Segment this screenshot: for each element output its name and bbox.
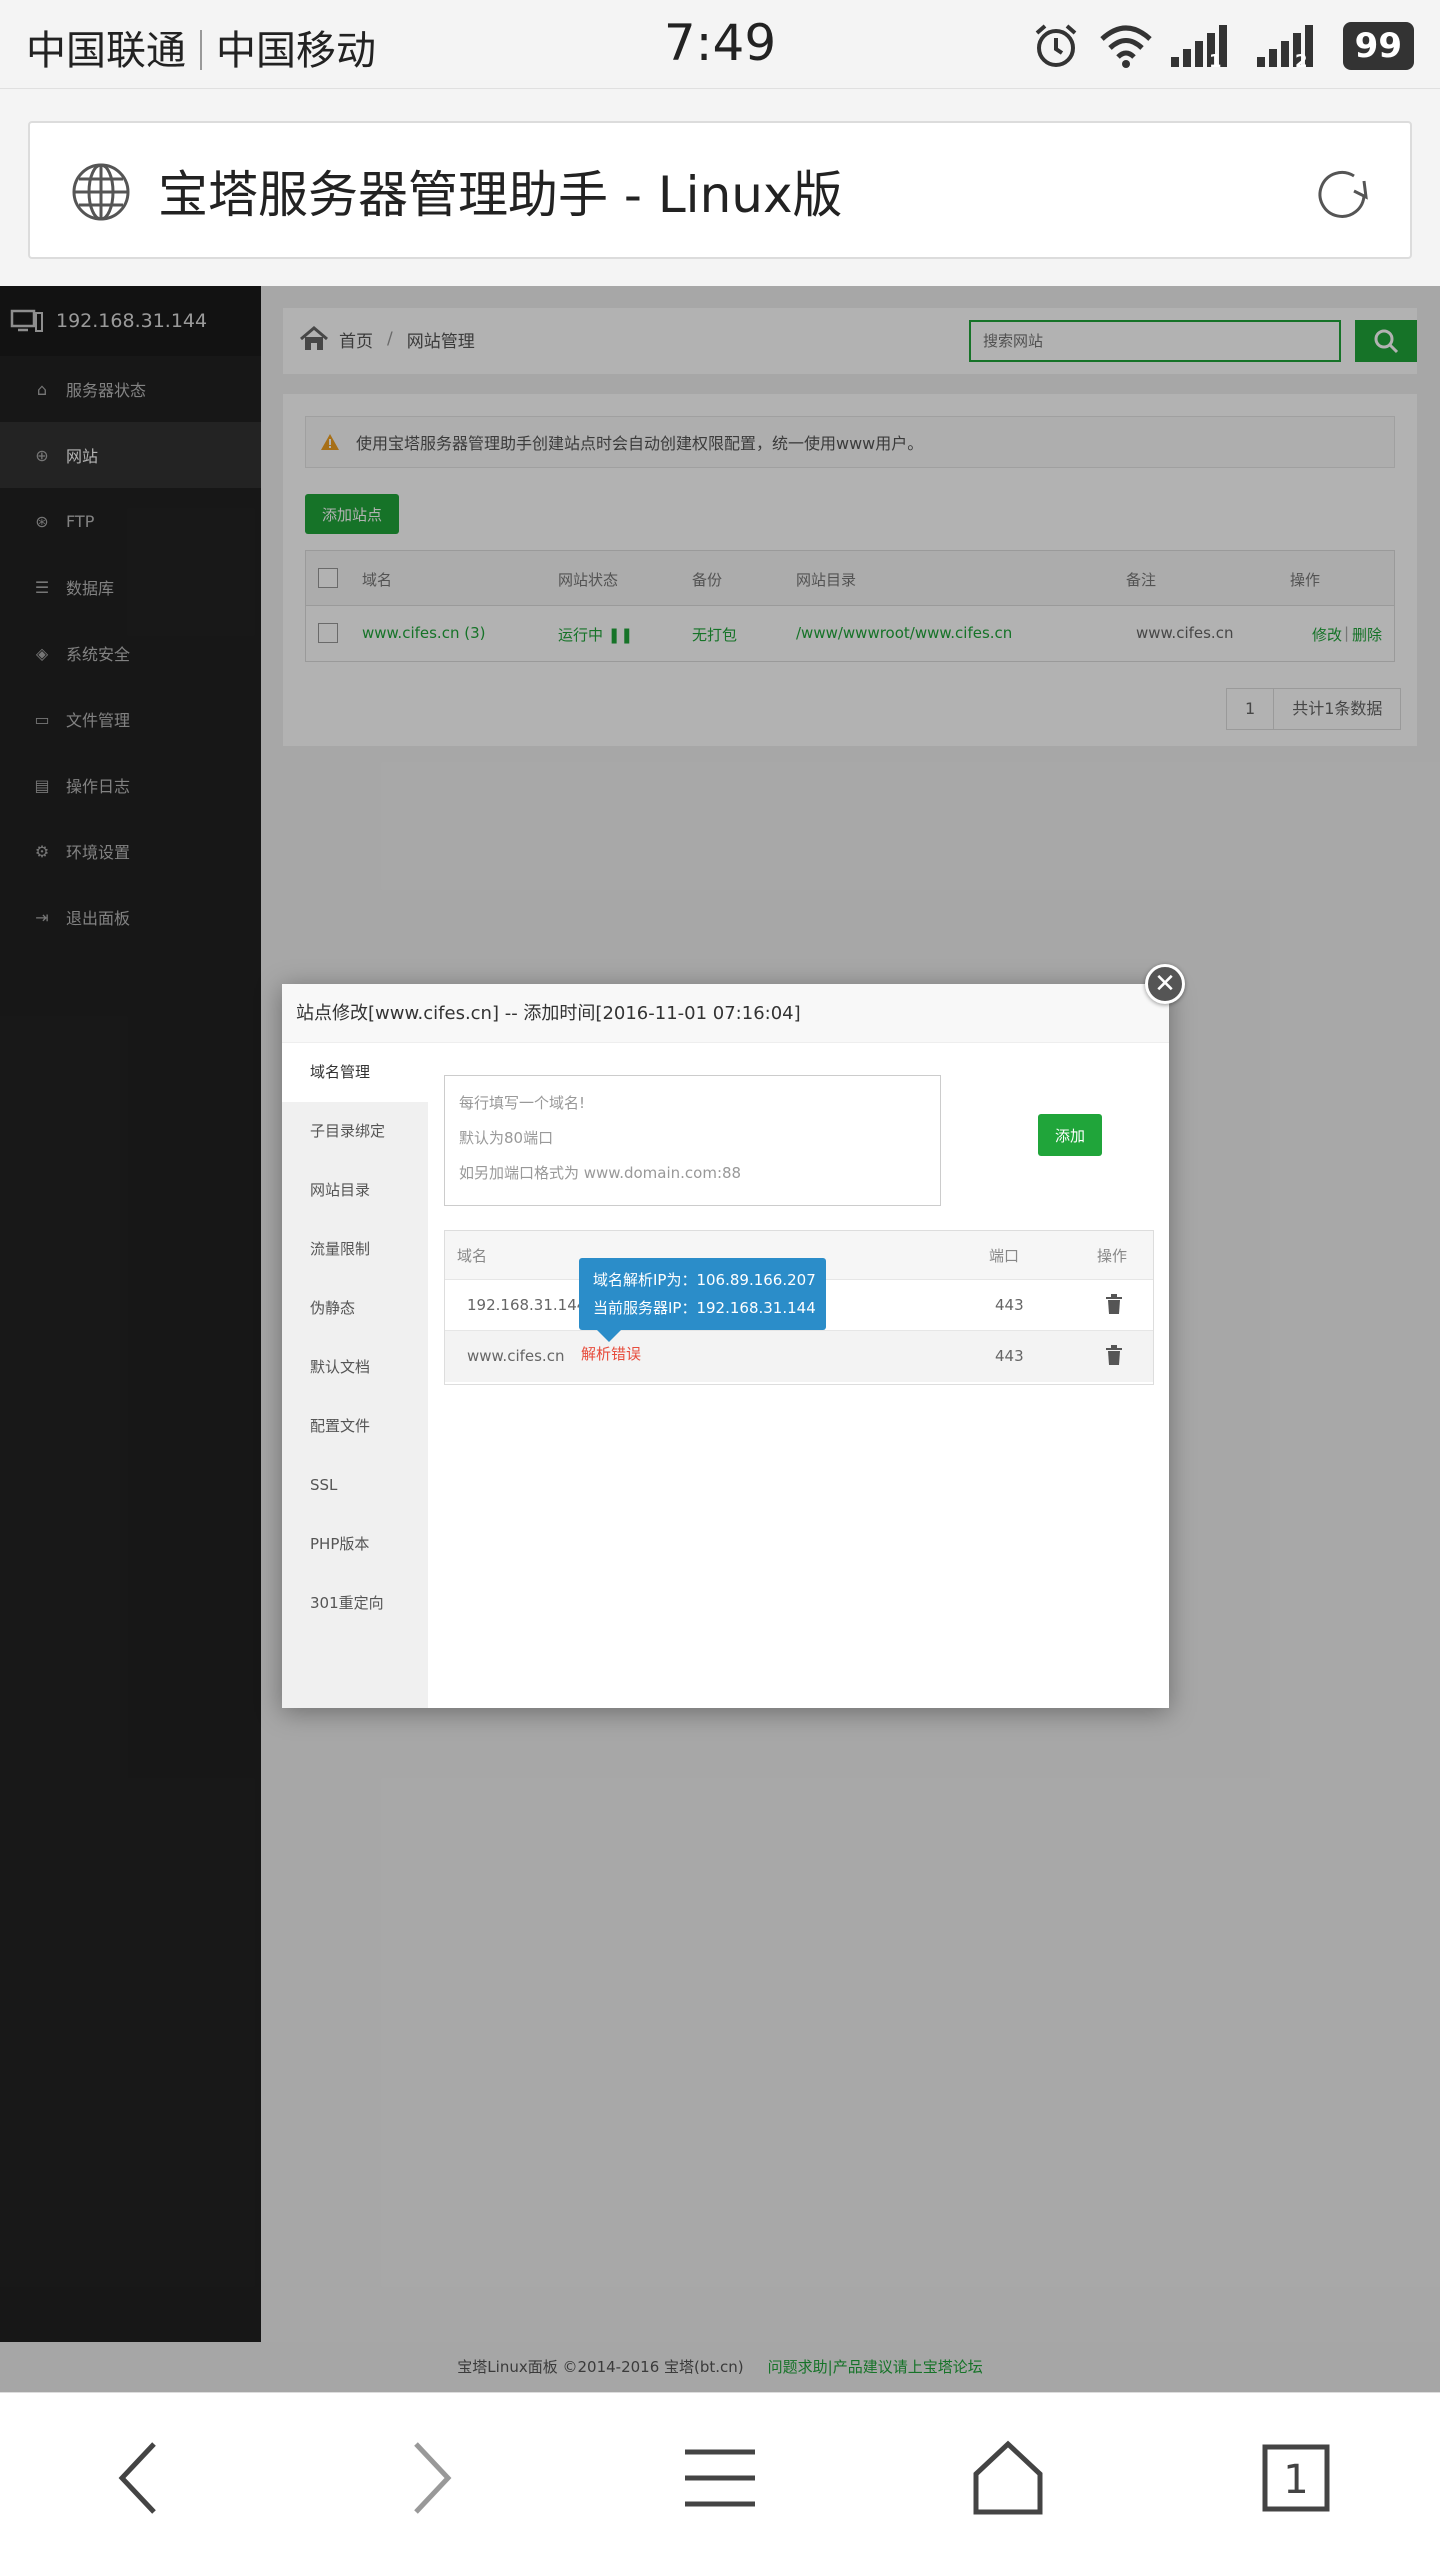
signal-sim2-icon: 2 [1256, 25, 1313, 69]
tab-config-file[interactable]: 配置文件 [282, 1397, 428, 1456]
tab-site-dir[interactable]: 网站目录 [282, 1161, 428, 1220]
tabs-icon: 1 [1262, 2444, 1330, 2512]
col-domain: 域名 [457, 1247, 488, 1265]
tab-subdir-binding[interactable]: 子目录绑定 [282, 1102, 428, 1161]
tooltip-resolved-ip: 域名解析IP为：106.89.166.207 [593, 1271, 816, 1289]
modal-title: 站点修改[www.cifes.cn] -- 添加时间[2016-11-01 07… [282, 984, 1169, 1043]
tab-default-doc[interactable]: 默认文档 [282, 1338, 428, 1397]
site-edit-modal: 站点修改[www.cifes.cn] -- 添加时间[2016-11-01 07… [282, 984, 1169, 1708]
tab-rewrite[interactable]: 伪静态 [282, 1279, 428, 1338]
tab-php-version[interactable]: PHP版本 [282, 1515, 428, 1574]
battery-indicator: 99 [1342, 22, 1414, 70]
textarea-hint-3: 如另加端口格式为 www.domain.com:88 [459, 1164, 742, 1182]
reload-icon[interactable] [1308, 161, 1376, 229]
tab-ssl[interactable]: SSL [282, 1456, 428, 1515]
textarea-hint-1: 每行填写一个域名! [459, 1094, 586, 1112]
address-bar[interactable]: 宝塔服务器管理助手 - Linux版 [28, 121, 1412, 259]
tab-traffic-limit[interactable]: 流量限制 [282, 1220, 428, 1279]
domain-textarea[interactable]: 每行填写一个域名! 默认为80端口 如另加端口格式为 www.domain.co… [444, 1075, 941, 1206]
web-content: 192.168.31.144 ⌂ 服务器状态 ⊕ 网站 ⊛ FTP ☰ 数据库 ◈ 系统安… [0, 286, 1440, 2392]
carrier-2: 中国移动 [216, 28, 376, 74]
domain-cell: 192.168.31.144 [467, 1296, 587, 1314]
trash-icon[interactable] [1105, 1345, 1123, 1365]
resolve-error-text[interactable]: 解析错误 [581, 1343, 641, 1364]
forward-button[interactable] [380, 2433, 480, 2523]
status-time: 7:49 [663, 14, 777, 72]
back-icon [118, 2442, 156, 2514]
browser-bottom-nav: 1 [0, 2392, 1440, 2560]
tab-redirect[interactable]: 301重定向 [282, 1574, 428, 1633]
browser-toolbar: 宝塔服务器管理助手 - Linux版 [0, 88, 1440, 286]
modal-tabs: 域名管理 子目录绑定 网站目录 流量限制 伪静态 默认文档 配置文件 SSL P… [282, 1043, 428, 1708]
tooltip-server-ip: 当前服务器IP：192.168.31.144 [593, 1299, 816, 1317]
trash-icon[interactable] [1105, 1294, 1123, 1314]
col-port: 端口 [989, 1247, 1020, 1265]
sim2-label: 2 [1295, 51, 1308, 69]
close-icon: ✕ [1154, 969, 1176, 999]
tab-count: 1 [1283, 2457, 1308, 2503]
menu-icon [685, 2449, 755, 2507]
domain-cell: www.cifes.cn [467, 1347, 565, 1365]
alarm-icon [1035, 24, 1076, 67]
add-domain-button[interactable]: 添加 [1038, 1114, 1102, 1156]
carrier-1: 中国联通 [26, 28, 186, 74]
carrier-info: 中国联通 中国移动 [26, 18, 376, 76]
carrier-divider [200, 30, 202, 70]
back-button[interactable] [90, 2433, 190, 2523]
forward-icon [414, 2442, 452, 2514]
col-action: 操作 [1097, 1247, 1128, 1265]
resolve-tooltip: 域名解析IP为：106.89.166.207 当前服务器IP：192.168.3… [579, 1258, 826, 1342]
wifi-icon [1099, 25, 1152, 68]
page-title: 宝塔服务器管理助手 - Linux版 [158, 166, 843, 224]
port-cell: 443 [995, 1296, 1024, 1314]
table-row: www.cifes.cn 解析错误 443 [445, 1331, 1153, 1382]
home-icon [973, 2440, 1043, 2515]
signal-sim1-icon: 1 [1170, 25, 1227, 69]
sim1-label: 1 [1209, 51, 1222, 69]
status-icons: 1 2 99 [1031, 18, 1414, 74]
globe-icon [72, 163, 130, 221]
menu-button[interactable] [670, 2433, 770, 2523]
tabs-button[interactable]: 1 [1246, 2433, 1346, 2523]
textarea-hint-2: 默认为80端口 [459, 1129, 554, 1147]
home-button[interactable] [958, 2433, 1058, 2523]
modal-close-button[interactable]: ✕ [1145, 964, 1185, 1004]
status-bar: 中国联通 中国移动 7:49 1 2 99 [0, 0, 1440, 88]
tab-domain-management[interactable]: 域名管理 [282, 1043, 428, 1102]
port-cell: 443 [995, 1347, 1024, 1365]
